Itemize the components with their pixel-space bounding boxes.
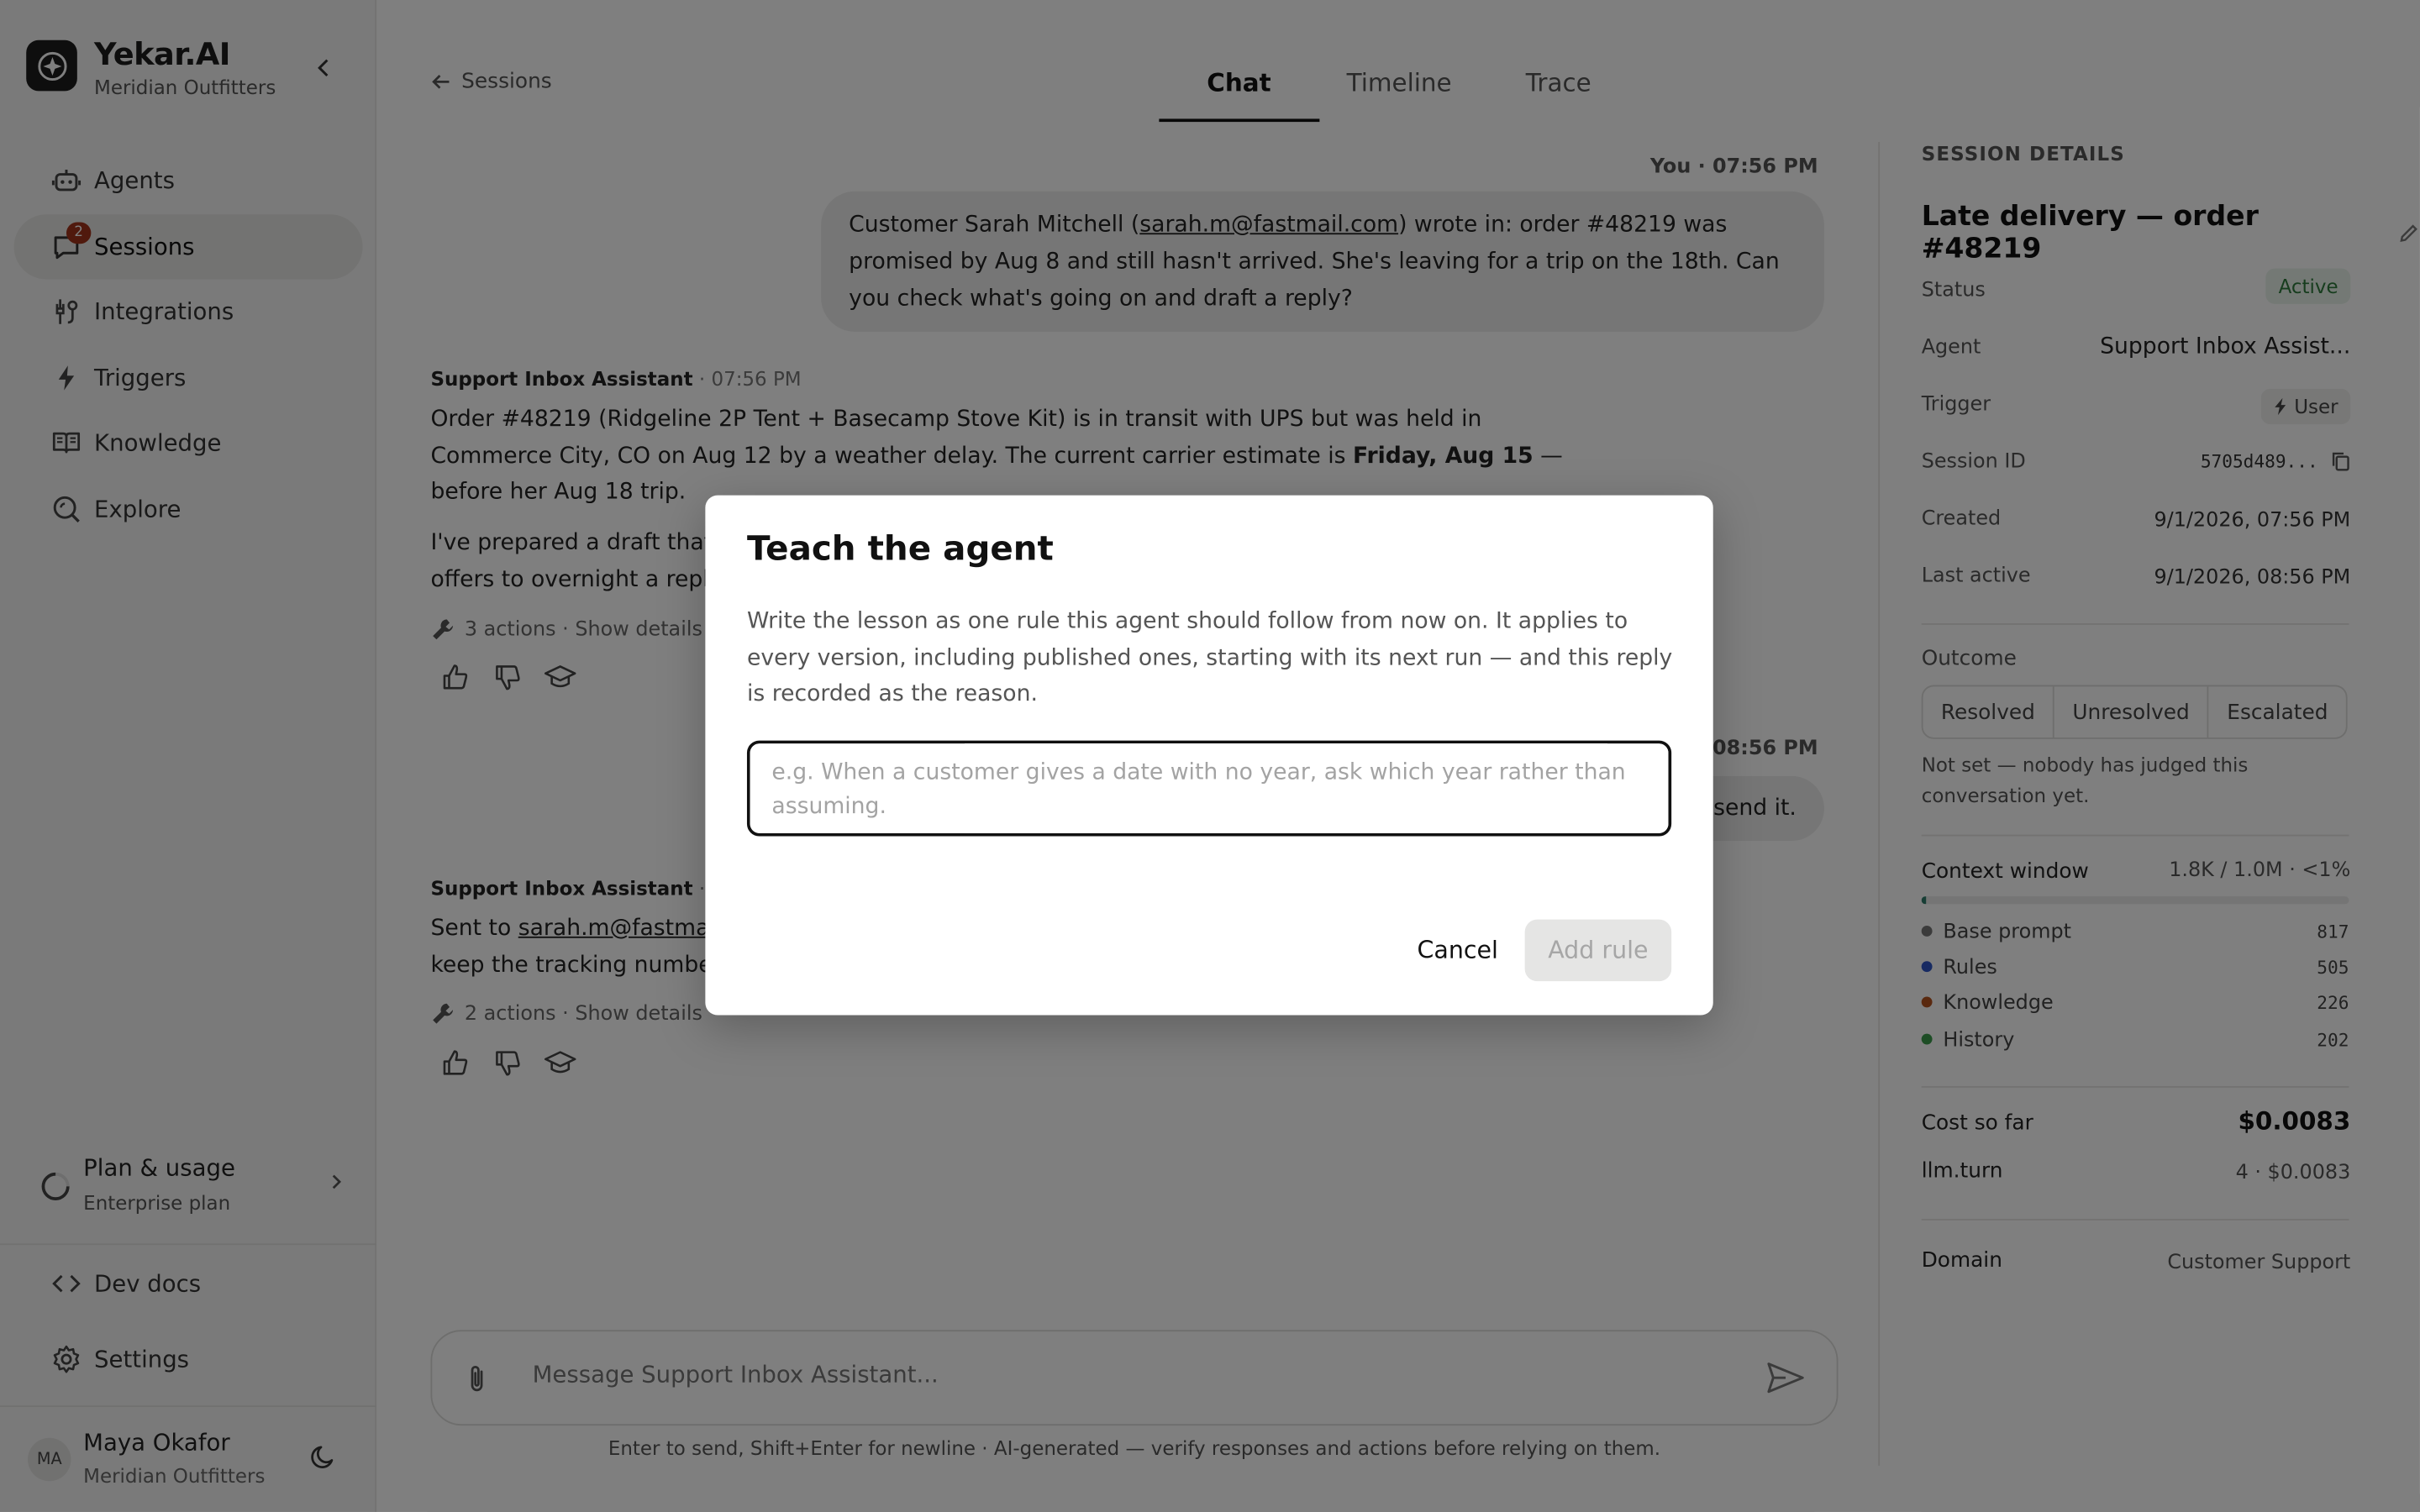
dialog-title: Teach the agent bbox=[746, 530, 1054, 570]
add-rule-button[interactable]: Add rule bbox=[1524, 919, 1672, 982]
dialog-description: Write the lesson as one rule this agent … bbox=[746, 609, 1673, 707]
teach-agent-dialog: Teach the agent Write the lesson as one … bbox=[705, 495, 1713, 1016]
rule-input[interactable] bbox=[746, 740, 1672, 837]
cancel-button[interactable]: Cancel bbox=[1407, 920, 1507, 981]
